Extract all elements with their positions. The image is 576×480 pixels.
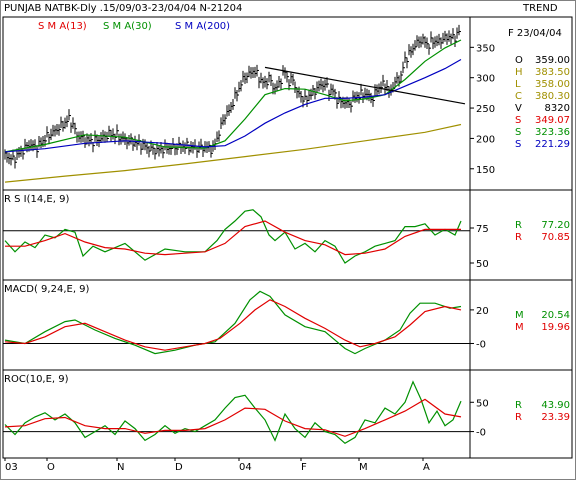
- price-readout-label: O: [515, 55, 523, 66]
- rsi-readout-label: R: [515, 232, 522, 243]
- price-readout-label: S: [515, 115, 521, 126]
- roc-readout-label: R: [515, 412, 522, 423]
- price-ytick-label: 200: [476, 134, 495, 145]
- price-ytick-label: 350: [476, 43, 495, 54]
- x-tick-label: M: [359, 462, 368, 473]
- price-readout-label: H: [515, 67, 523, 78]
- rsi-ytick-label: 50: [476, 259, 489, 270]
- price-readout-value: 221.29: [535, 139, 570, 150]
- price-readout-value: 8320: [545, 103, 570, 114]
- macd-readout-label: M: [515, 322, 524, 333]
- price-readout-value: 358.00: [535, 79, 570, 90]
- legend-sma30: S M A(30): [103, 21, 152, 32]
- price-ytick-label: 150: [476, 165, 495, 176]
- roc-readout-label: R: [515, 400, 522, 411]
- roc-readout-value: 43.90: [541, 400, 570, 411]
- price-readout-label: V: [515, 103, 522, 114]
- legend-sma200: S M A(200): [175, 21, 230, 32]
- chart-title: PUNJAB NATBK-Dly .15/09/03-23/04/04 N-21…: [4, 3, 242, 14]
- rsi-readout-value: 77.20: [541, 220, 570, 231]
- window-border: [0, 0, 576, 480]
- rsi-ytick-label: 75: [476, 224, 489, 235]
- price-ytick-label: 250: [476, 104, 495, 115]
- roc-ytick-label: 50: [476, 398, 489, 409]
- legend-sma13: S M A(13): [38, 21, 87, 32]
- macd-ytick-label: -0: [476, 339, 486, 350]
- chart-svg: PUNJAB NATBK-Dly .15/09/03-23/04/04 N-21…: [0, 0, 576, 480]
- rsi-indicator-label: R S I(14,E, 9): [4, 194, 69, 205]
- x-tick-label: A: [423, 462, 430, 473]
- x-tick-label: 03: [5, 462, 18, 473]
- trend-label: TREND: [522, 3, 558, 14]
- x-tick-label: F: [301, 462, 307, 473]
- price-readout-label: S: [515, 139, 521, 150]
- price-readout-label: S: [515, 127, 521, 138]
- x-tick-label: D: [175, 462, 183, 473]
- rsi-readout-value: 70.85: [541, 232, 570, 243]
- readout-date: F 23/04/04: [508, 28, 562, 39]
- price-readout-value: 380.30: [535, 91, 570, 102]
- macd-readout-value: 20.54: [541, 310, 570, 321]
- price-readout-value: 349.07: [535, 115, 570, 126]
- price-readout-value: 359.00: [535, 55, 570, 66]
- x-tick-label: 04: [239, 462, 252, 473]
- price-readout-label: L: [515, 79, 521, 90]
- macd-readout-label: M: [515, 310, 524, 321]
- x-tick-label: O: [47, 462, 55, 473]
- x-tick-label: N: [117, 462, 124, 473]
- rsi-readout-label: R: [515, 220, 522, 231]
- price-readout-value: 383.50: [535, 67, 570, 78]
- roc-indicator-label: ROC(10,E, 9): [4, 374, 69, 385]
- price-readout-label: C: [515, 91, 522, 102]
- roc-ytick-label: -0: [476, 428, 486, 439]
- chart-window: PUNJAB NATBK-Dly .15/09/03-23/04/04 N-21…: [0, 0, 576, 480]
- macd-readout-value: 19.96: [541, 322, 570, 333]
- macd-ytick-label: 20: [476, 306, 489, 317]
- roc-readout-value: 23.39: [541, 412, 570, 423]
- price-ytick-label: 300: [476, 74, 495, 85]
- price-readout-value: 323.36: [535, 127, 570, 138]
- macd-indicator-label: MACD( 9,24,E, 9): [4, 284, 90, 295]
